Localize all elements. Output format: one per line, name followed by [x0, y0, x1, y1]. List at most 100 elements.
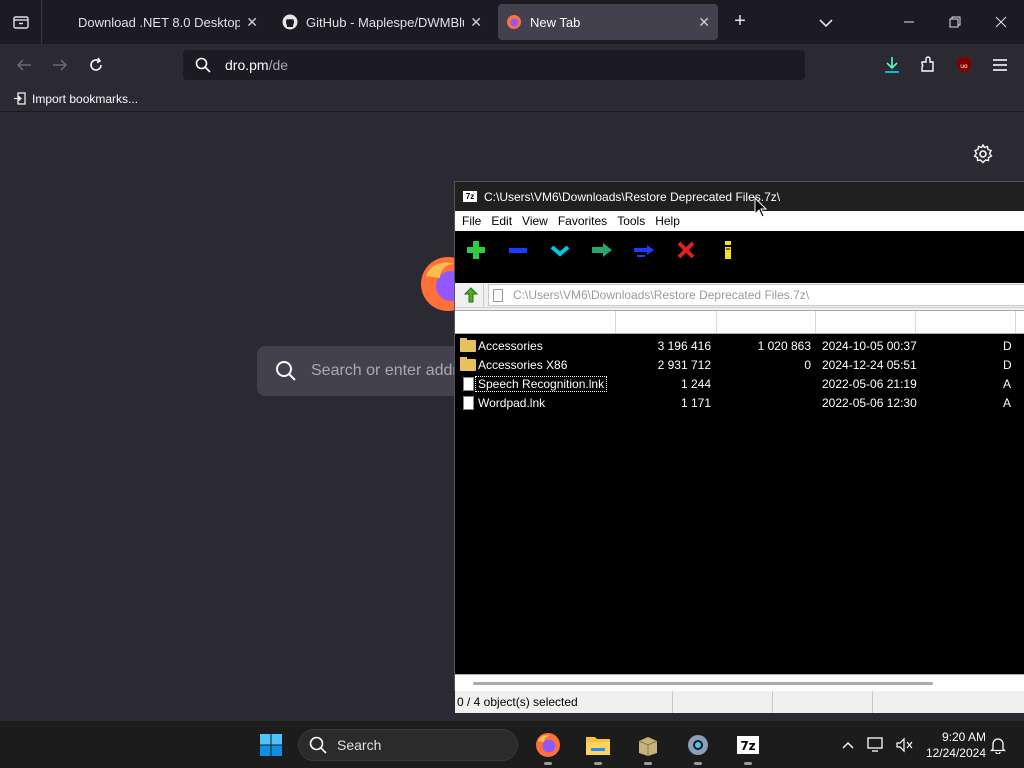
list-all-tabs-button[interactable]	[815, 12, 837, 34]
file-packed-size: 1 020 863	[757, 339, 811, 353]
notifications-button[interactable]	[988, 735, 1008, 755]
bookmarks-toolbar: Import bookmarks...	[0, 86, 1024, 112]
clock-date: 12/24/2024	[925, 746, 986, 760]
show-hidden-icons-button[interactable]	[838, 735, 858, 755]
path-text: C:\Users\VM6\Downloads\Restore Deprecate…	[513, 288, 810, 302]
close-icon[interactable]: ✕	[698, 14, 710, 31]
windows-taskbar: Search 7z 9:20 AM 12/24/2024	[0, 720, 1024, 768]
download-icon	[885, 57, 899, 73]
taskbar-firefox[interactable]	[532, 729, 564, 765]
column-separator[interactable]	[716, 311, 717, 333]
table-row[interactable]: Accessories X86 2 931 712 0 2024-12-24 0…	[455, 356, 1024, 375]
menu-favorites[interactable]: Favorites	[553, 214, 612, 228]
app-menu-button[interactable]	[987, 52, 1013, 78]
7zip-title-bar[interactable]: 7z C:\Users\VM6\Downloads\Restore Deprec…	[455, 182, 1024, 211]
column-separator[interactable]	[915, 311, 916, 333]
taskbar-archive-app[interactable]	[632, 729, 664, 765]
start-button[interactable]	[259, 733, 283, 757]
7zip-app-icon: 7z	[737, 736, 759, 754]
scrollbar-thumb[interactable]	[473, 682, 933, 685]
taskbar-settings[interactable]	[682, 729, 714, 765]
url-text: dro.pm/de	[225, 57, 288, 73]
extensions-button[interactable]	[915, 52, 941, 78]
new-tab-button[interactable]: +	[728, 10, 752, 34]
file-attributes: D	[1003, 358, 1012, 372]
settings-button[interactable]	[972, 143, 994, 165]
close-icon[interactable]: ✕	[470, 14, 482, 31]
file-name: Accessories	[478, 339, 543, 353]
menu-edit[interactable]: Edit	[486, 214, 517, 228]
extract-button[interactable]	[507, 239, 529, 261]
column-separator[interactable]	[815, 311, 816, 333]
info-button[interactable]	[717, 239, 739, 261]
taskbar-search[interactable]: Search	[298, 729, 518, 761]
minus-icon	[509, 248, 527, 253]
gear-icon	[973, 143, 993, 164]
forward-button[interactable]	[47, 52, 73, 78]
table-row[interactable]: Wordpad.lnk 1 171 2022-05-06 12:30 A	[455, 394, 1024, 413]
column-separator[interactable]	[1015, 311, 1016, 333]
menu-view[interactable]: View	[517, 214, 553, 228]
tab-label: GitHub - Maplespe/DWMBlurGlass	[306, 14, 464, 30]
taskbar-clock[interactable]: 9:20 AM 12/24/2024	[918, 729, 986, 761]
import-bookmarks-link[interactable]: Import bookmarks...	[32, 92, 138, 106]
url-bar[interactable]: dro.pm/de	[183, 50, 805, 80]
taskbar-file-explorer[interactable]	[582, 729, 614, 765]
minimize-button[interactable]	[886, 0, 932, 44]
puzzle-icon	[921, 56, 934, 72]
search-icon	[195, 57, 211, 73]
7zip-app-icon: 7z	[463, 191, 477, 202]
tab-label: New Tab	[530, 14, 581, 30]
delete-button[interactable]	[675, 239, 697, 261]
tab-new-tab[interactable]: New Tab ✕	[498, 4, 718, 40]
file-icon	[463, 396, 474, 410]
column-separator[interactable]	[615, 311, 616, 333]
up-folder-button[interactable]	[458, 284, 484, 306]
restore-button[interactable]	[932, 0, 978, 44]
close-icon[interactable]: ✕	[246, 14, 258, 31]
tab-overview-button[interactable]	[0, 0, 42, 44]
close-window-button[interactable]	[978, 0, 1024, 44]
tab-github[interactable]: GitHub - Maplespe/DWMBlurGlass ✕	[274, 4, 490, 40]
svg-text:uo: uo	[960, 63, 968, 70]
back-button[interactable]	[11, 52, 37, 78]
table-row[interactable]: Accessories 3 196 416 1 020 863 2024-10-…	[455, 337, 1024, 356]
file-attributes: A	[1003, 396, 1012, 410]
file-size: 2 931 712	[657, 358, 711, 372]
test-button[interactable]	[549, 239, 571, 261]
reload-button[interactable]	[83, 52, 109, 78]
menu-file[interactable]: File	[457, 214, 486, 228]
taskbar-7zip[interactable]: 7z	[732, 729, 764, 765]
taskbar-search-label: Search	[337, 737, 382, 753]
file-list: Accessories 3 196 416 1 020 863 2024-10-…	[455, 334, 1024, 674]
reload-icon	[90, 57, 102, 71]
file-modified: 2022-05-06 12:30	[822, 396, 917, 410]
volume-tray-button[interactable]	[895, 735, 915, 755]
copy-button[interactable]	[591, 239, 613, 261]
running-indicator	[544, 762, 552, 765]
file-size: 3 196 416	[657, 339, 711, 353]
url-path: /de	[268, 57, 289, 73]
downloads-button[interactable]	[879, 52, 905, 78]
table-row[interactable]: Speech Recognition.lnk 1 244 2022-05-06 …	[455, 375, 1024, 394]
7zip-toolbar	[455, 231, 1024, 283]
restore-icon	[949, 16, 961, 28]
ublock-button[interactable]: uo	[951, 52, 977, 78]
network-tray-button[interactable]	[866, 735, 886, 755]
menu-help[interactable]: Help	[650, 214, 685, 228]
tab-dotnet-download[interactable]: Download .NET 8.0 Desktop Runtime ✕	[70, 4, 266, 40]
status-text: 0 / 4 object(s) selected	[455, 691, 673, 713]
minimize-icon	[904, 21, 914, 23]
move-button[interactable]	[633, 239, 655, 261]
7zip-path-field[interactable]: C:\Users\VM6\Downloads\Restore Deprecate…	[488, 284, 1024, 306]
add-button[interactable]	[465, 239, 487, 261]
7zip-status-bar: 0 / 4 object(s) selected	[455, 691, 1024, 713]
github-icon	[282, 14, 298, 30]
running-indicator	[594, 762, 602, 765]
menu-tools[interactable]: Tools	[612, 214, 650, 228]
7zip-window: 7z C:\Users\VM6\Downloads\Restore Deprec…	[454, 181, 1024, 713]
page-icon	[493, 288, 503, 302]
move-arrow-icon	[634, 245, 654, 257]
horizontal-scrollbar[interactable]	[455, 674, 1024, 691]
bell-icon	[990, 738, 1006, 754]
